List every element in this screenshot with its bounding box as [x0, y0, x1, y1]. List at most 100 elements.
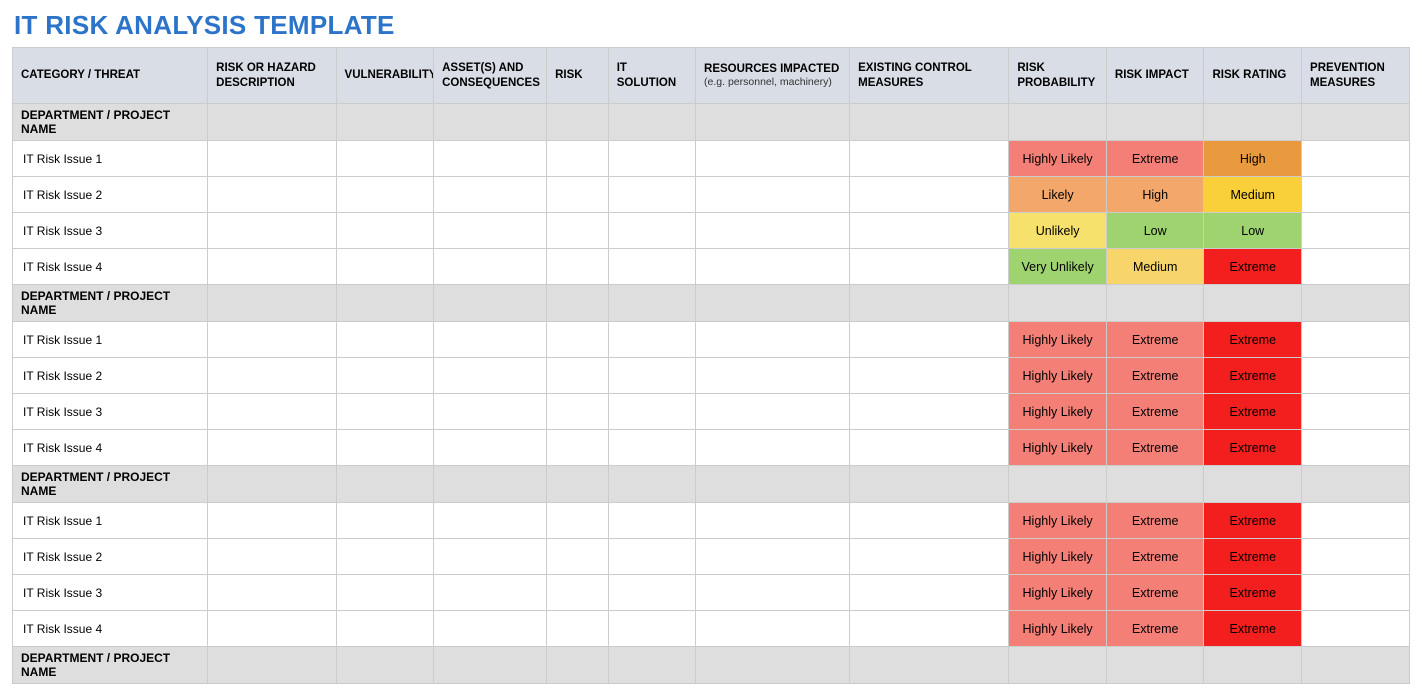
section-cell[interactable] [1106, 647, 1204, 684]
blank-cell[interactable] [850, 430, 1009, 466]
row-label[interactable]: IT Risk Issue 3 [13, 213, 208, 249]
section-cell[interactable] [208, 285, 336, 322]
section-cell[interactable] [1009, 104, 1107, 141]
risk-probability-cell[interactable]: Unlikely [1009, 213, 1107, 249]
risk-rating-cell[interactable]: Extreme [1204, 322, 1302, 358]
risk-probability-cell[interactable]: Highly Likely [1009, 611, 1107, 647]
blank-cell[interactable] [208, 177, 336, 213]
blank-cell[interactable] [434, 430, 547, 466]
blank-cell[interactable] [336, 575, 434, 611]
blank-cell[interactable] [208, 141, 336, 177]
blank-cell[interactable] [696, 503, 850, 539]
section-cell[interactable] [850, 466, 1009, 503]
section-cell[interactable] [608, 285, 695, 322]
blank-cell[interactable] [434, 249, 547, 285]
blank-cell[interactable] [696, 141, 850, 177]
blank-cell[interactable] [696, 213, 850, 249]
blank-cell[interactable] [547, 249, 609, 285]
blank-cell[interactable] [208, 430, 336, 466]
blank-cell[interactable] [208, 213, 336, 249]
blank-cell[interactable] [434, 141, 547, 177]
section-name[interactable]: DEPARTMENT / PROJECT NAME [13, 647, 208, 684]
blank-cell[interactable] [850, 394, 1009, 430]
risk-probability-cell[interactable]: Highly Likely [1009, 141, 1107, 177]
blank-cell[interactable] [850, 141, 1009, 177]
risk-rating-cell[interactable]: Medium [1204, 177, 1302, 213]
blank-cell[interactable] [608, 249, 695, 285]
blank-cell[interactable] [850, 575, 1009, 611]
row-label[interactable]: IT Risk Issue 1 [13, 141, 208, 177]
risk-impact-cell[interactable]: Medium [1106, 249, 1204, 285]
section-cell[interactable] [608, 647, 695, 684]
prevention-cell[interactable] [1302, 394, 1410, 430]
prevention-cell[interactable] [1302, 358, 1410, 394]
row-label[interactable]: IT Risk Issue 3 [13, 575, 208, 611]
section-cell[interactable] [850, 104, 1009, 141]
row-label[interactable]: IT Risk Issue 4 [13, 611, 208, 647]
blank-cell[interactable] [208, 249, 336, 285]
section-cell[interactable] [336, 466, 434, 503]
section-cell[interactable] [547, 104, 609, 141]
section-cell[interactable] [1302, 285, 1410, 322]
section-cell[interactable] [1009, 466, 1107, 503]
section-cell[interactable] [1204, 647, 1302, 684]
blank-cell[interactable] [850, 503, 1009, 539]
blank-cell[interactable] [608, 394, 695, 430]
blank-cell[interactable] [434, 213, 547, 249]
section-cell[interactable] [336, 647, 434, 684]
blank-cell[interactable] [608, 539, 695, 575]
risk-impact-cell[interactable]: Extreme [1106, 575, 1204, 611]
risk-impact-cell[interactable]: Low [1106, 213, 1204, 249]
blank-cell[interactable] [336, 539, 434, 575]
section-cell[interactable] [1106, 466, 1204, 503]
section-cell[interactable] [850, 285, 1009, 322]
blank-cell[interactable] [336, 394, 434, 430]
blank-cell[interactable] [336, 358, 434, 394]
blank-cell[interactable] [434, 394, 547, 430]
risk-impact-cell[interactable]: Extreme [1106, 141, 1204, 177]
section-cell[interactable] [1009, 285, 1107, 322]
blank-cell[interactable] [336, 503, 434, 539]
blank-cell[interactable] [434, 575, 547, 611]
risk-impact-cell[interactable]: High [1106, 177, 1204, 213]
risk-probability-cell[interactable]: Highly Likely [1009, 539, 1107, 575]
risk-rating-cell[interactable]: Extreme [1204, 575, 1302, 611]
blank-cell[interactable] [850, 539, 1009, 575]
risk-rating-cell[interactable]: Extreme [1204, 394, 1302, 430]
blank-cell[interactable] [434, 322, 547, 358]
section-cell[interactable] [434, 104, 547, 141]
risk-rating-cell[interactable]: Extreme [1204, 539, 1302, 575]
risk-impact-cell[interactable]: Extreme [1106, 430, 1204, 466]
risk-probability-cell[interactable]: Likely [1009, 177, 1107, 213]
blank-cell[interactable] [608, 177, 695, 213]
blank-cell[interactable] [608, 430, 695, 466]
section-cell[interactable] [1302, 104, 1410, 141]
section-cell[interactable] [208, 466, 336, 503]
section-cell[interactable] [696, 285, 850, 322]
risk-rating-cell[interactable]: High [1204, 141, 1302, 177]
risk-probability-cell[interactable]: Very Unlikely [1009, 249, 1107, 285]
section-cell[interactable] [1204, 285, 1302, 322]
row-label[interactable]: IT Risk Issue 2 [13, 177, 208, 213]
section-cell[interactable] [608, 104, 695, 141]
blank-cell[interactable] [547, 322, 609, 358]
blank-cell[interactable] [336, 322, 434, 358]
blank-cell[interactable] [336, 249, 434, 285]
section-name[interactable]: DEPARTMENT / PROJECT NAME [13, 285, 208, 322]
prevention-cell[interactable] [1302, 213, 1410, 249]
blank-cell[interactable] [336, 611, 434, 647]
blank-cell[interactable] [434, 177, 547, 213]
blank-cell[interactable] [336, 430, 434, 466]
prevention-cell[interactable] [1302, 539, 1410, 575]
blank-cell[interactable] [336, 177, 434, 213]
blank-cell[interactable] [850, 358, 1009, 394]
row-label[interactable]: IT Risk Issue 4 [13, 249, 208, 285]
blank-cell[interactable] [547, 358, 609, 394]
prevention-cell[interactable] [1302, 249, 1410, 285]
blank-cell[interactable] [696, 394, 850, 430]
blank-cell[interactable] [547, 430, 609, 466]
blank-cell[interactable] [208, 539, 336, 575]
blank-cell[interactable] [696, 539, 850, 575]
blank-cell[interactable] [696, 575, 850, 611]
blank-cell[interactable] [434, 539, 547, 575]
